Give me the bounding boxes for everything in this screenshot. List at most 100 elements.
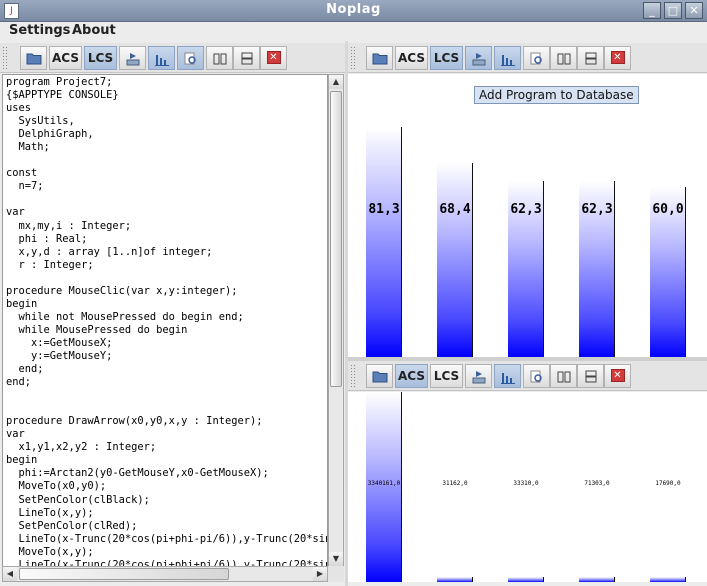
top-similarity-chart: Add Program to Database 81,3 68,4 62,3 62,3… xyxy=(348,74,707,357)
code-line[interactable]: phi:=Arctan2(y0-GetMouseY,x0-GetMouseX); xyxy=(6,467,327,480)
bar-label-0: 3340161,0 xyxy=(367,480,401,487)
code-line[interactable] xyxy=(6,272,327,285)
lcs-button[interactable]: LCS xyxy=(430,364,463,388)
code-line[interactable]: while MousePressed do begin xyxy=(6,324,327,337)
vertical-scroll-thumb[interactable] xyxy=(330,91,342,387)
code-line[interactable]: n=7; xyxy=(6,180,327,193)
search-button[interactable] xyxy=(177,46,204,70)
close-panel-button[interactable]: ✕ xyxy=(260,46,287,70)
toolbar-grip[interactable] xyxy=(350,364,356,388)
split-vertical-button[interactable] xyxy=(550,46,577,70)
code-line[interactable]: while not MousePressed do begin end; xyxy=(6,311,327,324)
search-button[interactable] xyxy=(523,46,550,70)
code-line[interactable]: {$APPTYPE CONSOLE} xyxy=(6,89,327,102)
horizontal-scroll-thumb[interactable] xyxy=(19,568,229,580)
code-line[interactable]: y:=GetMouseY; xyxy=(6,350,327,363)
add-to-database-button[interactable] xyxy=(465,46,492,70)
split-horizontal-button[interactable] xyxy=(577,364,604,388)
code-line[interactable]: procedure DrawArrow(x0,y0,x,y : Integer)… xyxy=(6,415,327,428)
chart-button[interactable] xyxy=(148,46,175,70)
scroll-left-icon[interactable]: ◀ xyxy=(3,567,17,581)
code-line[interactable]: end; xyxy=(6,363,327,376)
vertical-scrollbar[interactable]: ▲ ▼ xyxy=(328,74,344,567)
code-line[interactable]: SysUtils, xyxy=(6,115,327,128)
code-line[interactable]: begin xyxy=(6,454,327,467)
code-editor[interactable]: program Project7; {$APPTYPE CONSOLE} uses … xyxy=(2,74,328,567)
code-line[interactable]: end; xyxy=(6,376,327,389)
code-line[interactable]: var xyxy=(6,428,327,441)
database-add-icon xyxy=(472,370,485,383)
code-line[interactable]: begin xyxy=(6,298,327,311)
code-line[interactable] xyxy=(6,154,327,167)
menu-settings[interactable]: Settings xyxy=(9,23,70,38)
split-horizontal-button[interactable] xyxy=(577,46,604,70)
add-program-tooltip: Add Program to Database xyxy=(474,86,639,104)
add-to-database-button[interactable] xyxy=(465,364,492,388)
code-line[interactable]: MoveTo(x0,y0); xyxy=(6,480,327,493)
code-text[interactable]: program Project7; {$APPTYPE CONSOLE} uses … xyxy=(3,75,328,566)
minimize-button[interactable]: _ xyxy=(643,2,661,19)
acs-button[interactable]: ACS xyxy=(49,46,82,70)
split-vertical-icon xyxy=(557,371,570,382)
split-horizontal-button[interactable] xyxy=(233,46,260,70)
close-window-button[interactable]: ✕ xyxy=(685,2,703,19)
code-line[interactable]: const xyxy=(6,167,327,180)
code-line[interactable]: SetPenColor(clBlack); xyxy=(6,494,327,507)
split-vertical-button[interactable] xyxy=(206,46,233,70)
code-line[interactable]: Math; xyxy=(6,141,327,154)
bar-1 xyxy=(437,163,473,357)
code-line[interactable]: mx,my,i : Integer; xyxy=(6,220,327,233)
close-panel-button[interactable]: ✕ xyxy=(604,364,631,388)
code-line[interactable] xyxy=(6,389,327,402)
code-line[interactable]: uses xyxy=(6,102,327,115)
code-line[interactable]: MoveTo(x,y); xyxy=(6,546,327,559)
code-line[interactable]: phi : Real; xyxy=(6,233,327,246)
code-line[interactable] xyxy=(6,193,327,206)
code-line[interactable]: x1,y1,x2,y2 : Integer; xyxy=(6,441,327,454)
lcs-button[interactable]: LCS xyxy=(430,46,463,70)
code-line[interactable]: x,y,d : array [1..n]of integer; xyxy=(6,246,327,259)
bar-3 xyxy=(579,577,615,582)
open-folder-button[interactable] xyxy=(366,364,393,388)
bar-chart-icon xyxy=(500,54,515,66)
open-folder-button[interactable] xyxy=(20,46,47,70)
maximize-button[interactable]: □ xyxy=(664,2,682,19)
code-line[interactable]: SetPenColor(clRed); xyxy=(6,520,327,533)
search-button[interactable] xyxy=(523,364,550,388)
scroll-up-icon[interactable]: ▲ xyxy=(329,75,343,89)
scroll-down-icon[interactable]: ▼ xyxy=(329,552,343,566)
open-folder-button[interactable] xyxy=(366,46,393,70)
lcs-button[interactable]: LCS xyxy=(84,46,117,70)
add-to-database-button[interactable] xyxy=(119,46,146,70)
bar-label-3: 71303,0 xyxy=(584,480,610,487)
bar-4 xyxy=(650,577,686,582)
acs-button[interactable]: ACS xyxy=(395,364,428,388)
toolbar-grip[interactable] xyxy=(350,46,356,70)
acs-button[interactable]: ACS xyxy=(395,46,428,70)
close-icon: ✕ xyxy=(610,368,625,382)
code-line[interactable]: DelphiGraph, xyxy=(6,128,327,141)
title-bar: J Noplag _ □ ✕ xyxy=(0,0,707,22)
code-line[interactable]: procedure MouseClic(var x,y:integer); xyxy=(6,285,327,298)
scroll-right-icon[interactable]: ▶ xyxy=(313,567,327,581)
toolbar-grip[interactable] xyxy=(2,46,8,70)
code-line[interactable]: LineTo(x-Trunc(20*cos(pi+phi-pi/6)),y-Tr… xyxy=(6,533,328,546)
bar-label-4: 17690,0 xyxy=(655,480,681,487)
code-line[interactable]: var xyxy=(6,206,327,219)
code-line[interactable]: r : Integer; xyxy=(6,259,327,272)
menu-about[interactable]: About xyxy=(72,23,116,38)
split-vertical-button[interactable] xyxy=(550,364,577,388)
bar-label-3: 62,3 xyxy=(581,202,613,217)
bar-chart-icon xyxy=(154,54,169,66)
close-panel-button[interactable]: ✕ xyxy=(604,46,631,70)
bottom-similarity-chart: 3340161,0 31162,0 33310,0 71303,0 17690,0 xyxy=(348,392,707,582)
code-line[interactable]: LineTo(x,y); xyxy=(6,507,327,520)
chart-button[interactable] xyxy=(494,46,521,70)
code-line[interactable]: program Project7; xyxy=(6,76,327,89)
top-chart-toolbar: ACS LCS ✕ xyxy=(348,43,707,73)
chart-button[interactable] xyxy=(494,364,521,388)
code-line[interactable] xyxy=(6,402,327,415)
split-horizontal-icon xyxy=(585,52,596,65)
horizontal-scrollbar[interactable]: ◀ ▶ xyxy=(2,566,328,582)
code-line[interactable]: x:=GetMouseX; xyxy=(6,337,327,350)
